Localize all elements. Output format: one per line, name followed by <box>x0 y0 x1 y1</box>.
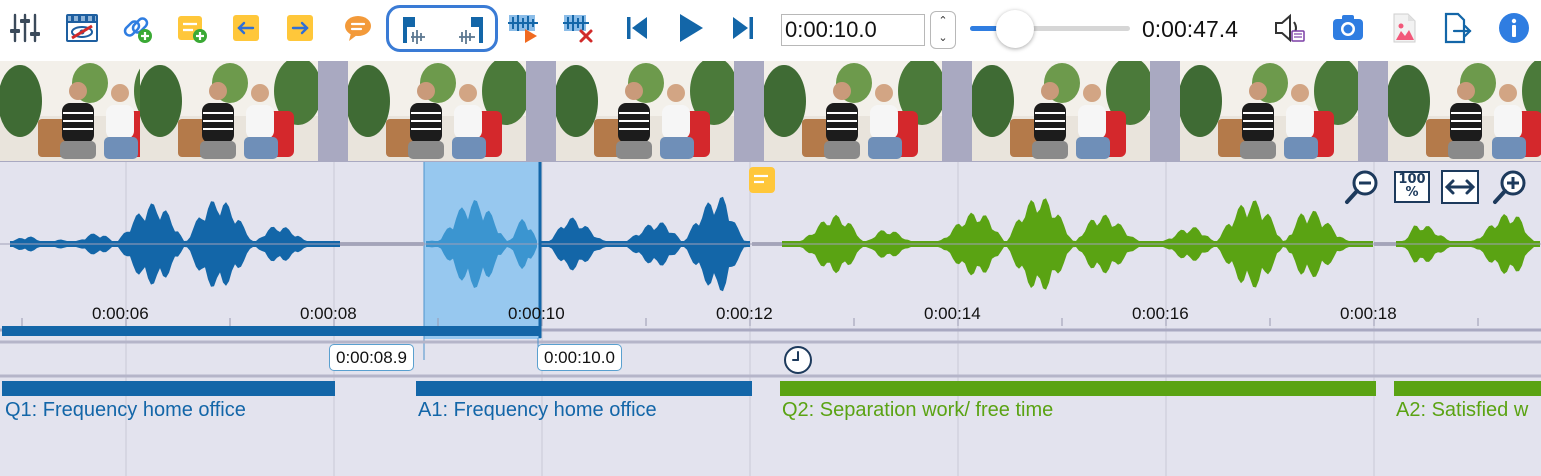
skip-back-icon[interactable] <box>619 8 655 48</box>
comment-icon[interactable] <box>340 8 376 48</box>
chevron-up-icon[interactable]: ⌃ <box>931 14 955 27</box>
video-frame-thumbnail[interactable] <box>348 61 526 161</box>
video-icon[interactable] <box>64 8 100 48</box>
current-time-field[interactable]: 0:00:10.0 <box>781 14 925 46</box>
total-duration: 0:00:47.4 <box>1142 16 1238 42</box>
memo-marker-icon[interactable] <box>748 166 776 199</box>
time-tick-label: 0:00:06 <box>92 304 149 323</box>
play-icon[interactable] <box>672 8 708 48</box>
range-markers-icon <box>399 13 487 52</box>
previous-memo-icon[interactable] <box>228 8 264 48</box>
add-link-icon[interactable] <box>120 8 156 48</box>
video-frame-thumbnail[interactable] <box>1180 61 1358 161</box>
new-memo-icon[interactable] <box>174 8 210 48</box>
time-tick-label: 0:00:18 <box>1340 304 1397 323</box>
settings-sliders-icon[interactable] <box>7 8 43 48</box>
segment-bar-q2 <box>780 381 1376 396</box>
video-frame-thumbnail[interactable] <box>140 61 318 161</box>
selection-start-time[interactable]: 0:00:08.9 <box>329 344 414 371</box>
play-selection-icon[interactable] <box>506 8 542 48</box>
time-tick-label: 0:00:12 <box>716 304 773 323</box>
percent-glyph: % <box>1405 185 1419 200</box>
export-icon[interactable] <box>1439 8 1475 48</box>
segment-bar-a2 <box>1394 381 1541 396</box>
segment-label-q1[interactable]: Q1: Frequency home office <box>5 399 246 422</box>
time-stepper[interactable]: ⌃ ⌄ <box>930 11 956 49</box>
time-tick-label: 0:00:16 <box>1132 304 1189 323</box>
remove-selection-icon[interactable] <box>561 8 597 48</box>
info-icon[interactable] <box>1496 8 1532 48</box>
video-filmstrip[interactable] <box>0 61 1541 162</box>
next-memo-icon[interactable] <box>282 8 318 48</box>
time-tick-label: 0:00:14 <box>924 304 981 323</box>
toolbar: 0:00:10.0 ⌃ ⌄ 0:00:47.4 <box>0 0 1541 61</box>
time-tick-label: 0:00:10 <box>508 304 565 323</box>
zoom-100-icon: 100 % <box>1394 171 1430 203</box>
zoom-out-icon[interactable] <box>1342 168 1382 206</box>
segment-label-a1[interactable]: A1: Frequency home office <box>418 399 657 422</box>
fit-width-icon[interactable] <box>1440 168 1480 206</box>
range-markers-group[interactable] <box>386 5 498 52</box>
time-tick-label: 0:00:08 <box>300 304 357 323</box>
segment-bar-q1 <box>2 381 335 396</box>
volume-slider[interactable] <box>970 26 1130 31</box>
video-frame-thumbnail[interactable] <box>972 61 1150 161</box>
zoom-reset-button[interactable]: 100 % <box>1392 168 1432 206</box>
export-image-icon[interactable] <box>1386 8 1422 48</box>
chevron-down-icon[interactable]: ⌄ <box>931 31 955 44</box>
video-frame-thumbnail[interactable] <box>764 61 942 161</box>
video-frame-thumbnail[interactable] <box>556 61 734 161</box>
selection-end-time[interactable]: 0:00:10.0 <box>537 344 622 371</box>
waveform-timeline[interactable]: 0:00:06 0:00:08 0:00:10 0:00:12 0:00:14 … <box>0 162 1541 476</box>
volume-slider-handle[interactable] <box>995 10 1034 48</box>
speaker-icon[interactable] <box>1272 8 1308 48</box>
playback-progress <box>2 326 540 336</box>
zoom-in-icon[interactable] <box>1490 168 1530 206</box>
segment-label-a2[interactable]: A2: Satisfied w <box>1396 399 1528 422</box>
segment-label-q2[interactable]: Q2: Separation work/ free time <box>782 399 1053 422</box>
skip-forward-icon[interactable] <box>725 8 761 48</box>
camera-icon[interactable] <box>1330 8 1366 48</box>
video-frame-thumbnail[interactable] <box>1388 61 1541 161</box>
segment-bar-a1 <box>416 381 752 396</box>
clock-icon[interactable] <box>782 344 814 381</box>
